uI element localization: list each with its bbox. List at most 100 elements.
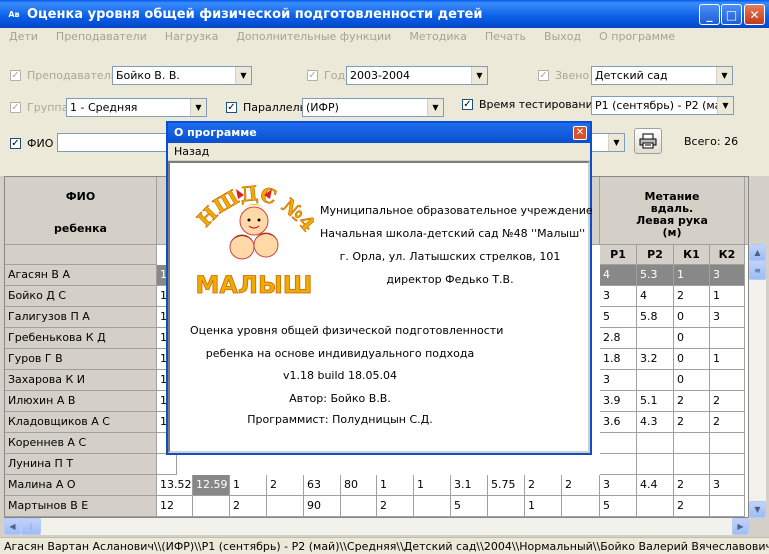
chevron-down-icon[interactable]: ▼	[190, 99, 206, 116]
zveno-checkbox[interactable]: ✓	[538, 70, 549, 81]
table-cell[interactable]: 4.4	[637, 475, 674, 496]
minimize-button[interactable]: _	[699, 4, 720, 25]
table-cell[interactable]	[637, 454, 674, 475]
scroll-left-icon[interactable]: ◀	[4, 518, 21, 535]
table-row-name[interactable]: Захарова К И	[5, 370, 157, 391]
table-cell[interactable]: 5.3	[637, 265, 674, 286]
table-cell[interactable]	[637, 370, 674, 391]
fio-checkbox[interactable]: ✓	[10, 138, 21, 149]
horizontal-scrollbar[interactable]: ◀ ⦙ ▶	[4, 518, 749, 535]
table-cell[interactable]: 1	[710, 286, 745, 307]
table-cell[interactable]: 4	[600, 265, 637, 286]
table-cell[interactable]: 5	[451, 496, 488, 517]
table-cell[interactable]: 1	[377, 475, 414, 496]
table-cell[interactable]: 3	[710, 307, 745, 328]
scroll-down-icon[interactable]: ▼	[749, 501, 766, 518]
table-cell[interactable]: 12.59	[193, 475, 230, 496]
table-cell[interactable]: 1.8	[600, 349, 637, 370]
table-cell[interactable]: 63	[304, 475, 341, 496]
table-cell[interactable]: 3.6	[600, 412, 637, 433]
group-checkbox[interactable]: ✓	[10, 102, 21, 113]
table-cell[interactable]	[600, 454, 637, 475]
menu-about[interactable]: О программе	[590, 28, 684, 46]
table-cell[interactable]	[710, 454, 745, 475]
table-cell[interactable]: 1	[674, 265, 710, 286]
table-cell[interactable]: 0	[674, 349, 710, 370]
table-cell[interactable]: 2	[674, 391, 710, 412]
table-cell[interactable]	[710, 370, 745, 391]
chevron-down-icon[interactable]: ▼	[717, 97, 733, 114]
close-button[interactable]: ✕	[744, 4, 765, 25]
table-cell[interactable]: 5	[600, 496, 637, 517]
table-cell[interactable]	[674, 433, 710, 454]
table-cell[interactable]: 2	[377, 496, 414, 517]
scroll-thumb[interactable]: ≡	[749, 260, 766, 280]
table-cell[interactable]: 13.52	[157, 475, 193, 496]
table-row-name[interactable]: Мартынов В Е	[5, 496, 157, 517]
back-menu-item[interactable]: Назад	[174, 145, 209, 158]
menu-print[interactable]: Печать	[476, 28, 535, 46]
teacher-checkbox[interactable]: ✓	[10, 70, 21, 81]
table-row-name[interactable]: Лунина П Т	[5, 454, 157, 475]
table-row-name[interactable]: Илюхин А В	[5, 391, 157, 412]
table-cell[interactable]: 12	[157, 496, 193, 517]
table-cell[interactable]: 2	[710, 391, 745, 412]
table-row-name[interactable]: Малина А О	[5, 475, 157, 496]
table-cell[interactable]	[674, 454, 710, 475]
table-cell[interactable]: 90	[304, 496, 341, 517]
table-cell[interactable]	[637, 328, 674, 349]
table-row-name[interactable]: Галигузов П А	[5, 307, 157, 328]
table-cell[interactable]: 1	[414, 475, 451, 496]
zveno-select[interactable]: Детский сад ▼	[591, 66, 733, 85]
table-cell[interactable]	[157, 454, 177, 475]
table-cell[interactable]: 1	[230, 475, 267, 496]
menu-load[interactable]: Нагрузка	[156, 28, 228, 46]
year-checkbox[interactable]: ✓	[307, 70, 318, 81]
table-cell[interactable]: 2	[674, 475, 710, 496]
table-cell[interactable]: 2.8	[600, 328, 637, 349]
time-checkbox[interactable]: ✓	[462, 99, 473, 110]
table-row-name[interactable]: Агасян В А	[5, 265, 157, 286]
table-cell[interactable]: 2	[562, 475, 600, 496]
parallel-checkbox[interactable]: ✓	[226, 102, 237, 113]
table-row-name[interactable]: Гуров Г В	[5, 349, 157, 370]
dialog-close-icon[interactable]: ✕	[573, 126, 587, 140]
table-row-name[interactable]: Бойко Д С	[5, 286, 157, 307]
table-cell[interactable]: 4.3	[637, 412, 674, 433]
table-cell[interactable]: 1	[710, 349, 745, 370]
table-row-name[interactable]: Кладовщиков А С	[5, 412, 157, 433]
table-cell[interactable]: 4	[637, 286, 674, 307]
print-button[interactable]	[634, 128, 662, 154]
table-cell[interactable]: 5.1	[637, 391, 674, 412]
table-cell[interactable]: 5.8	[637, 307, 674, 328]
table-cell[interactable]: 1	[525, 496, 562, 517]
hscroll-thumb[interactable]: ⦙	[21, 518, 41, 535]
chevron-down-icon[interactable]: ▼	[716, 67, 732, 84]
table-cell[interactable]: 3	[710, 475, 745, 496]
year-select[interactable]: 2003-2004 ▼	[346, 66, 488, 85]
scroll-right-icon[interactable]: ▶	[732, 518, 749, 535]
teacher-select[interactable]: Бойко В. В. ▼	[112, 66, 252, 85]
parallel-select[interactable]: (ИФР) ▼	[302, 98, 444, 117]
table-cell[interactable]: 3.9	[600, 391, 637, 412]
menu-exit[interactable]: Выход	[535, 28, 590, 46]
chevron-down-icon[interactable]: ▼	[471, 67, 487, 84]
table-cell[interactable]	[488, 496, 525, 517]
table-row-name[interactable]: Гребенькова К Д	[5, 328, 157, 349]
table-cell[interactable]: 2	[525, 475, 562, 496]
menu-extra-functions[interactable]: Дополнительные функции	[227, 28, 400, 46]
table-cell[interactable]: 3	[600, 475, 637, 496]
table-cell[interactable]	[637, 496, 674, 517]
table-cell[interactable]: 5.75	[488, 475, 525, 496]
table-cell[interactable]	[414, 496, 451, 517]
table-cell[interactable]: 80	[341, 475, 377, 496]
group-select[interactable]: 1 - Средняя ▼	[66, 98, 207, 117]
chevron-down-icon[interactable]: ▼	[608, 134, 624, 151]
table-cell[interactable]	[710, 328, 745, 349]
table-cell[interactable]: 0	[674, 328, 710, 349]
table-cell[interactable]: 2	[230, 496, 267, 517]
table-row-name[interactable]: Кореннев А С	[5, 433, 157, 454]
table-cell[interactable]	[193, 496, 230, 517]
table-cell[interactable]: 3.2	[637, 349, 674, 370]
table-cell[interactable]: 0	[674, 370, 710, 391]
